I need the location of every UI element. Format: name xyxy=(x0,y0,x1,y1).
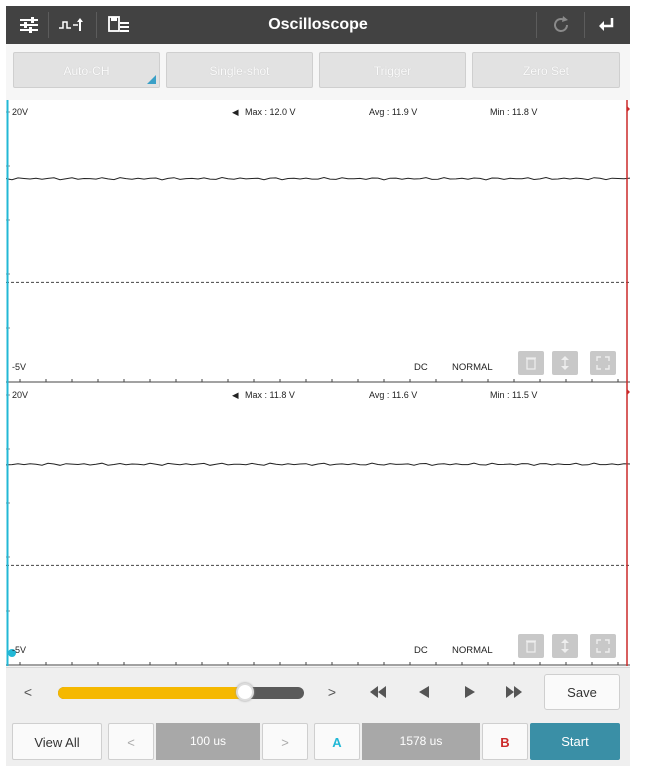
step-forward-icon[interactable] xyxy=(456,680,484,704)
time-scroll-slider[interactable] xyxy=(58,683,304,701)
scroll-left-button[interactable]: < xyxy=(16,680,40,704)
fast-rewind-icon[interactable] xyxy=(364,680,392,704)
channel-2-scale-top: 20V xyxy=(12,390,29,400)
auto-ch-label: Auto-CH xyxy=(63,64,110,78)
channel-2-trash-icon[interactable] xyxy=(518,634,544,658)
cursor-b-button[interactable]: B xyxy=(482,723,528,760)
waveform-trigger-icon[interactable] xyxy=(54,10,88,40)
settings-sliders-icon[interactable] xyxy=(12,10,46,40)
cursor-a-button[interactable]: A xyxy=(314,723,360,760)
channel-2-vertical-move-icon[interactable] xyxy=(552,634,578,658)
channel-1-graph xyxy=(6,100,630,383)
trigger-button[interactable]: Trigger xyxy=(319,52,466,88)
channel-1-avg: Avg : 11.9 V xyxy=(369,107,418,117)
timebase-decrease-button[interactable]: < xyxy=(108,723,154,760)
timebase-controls: View All < 100 us > A 1578 us B Start xyxy=(6,716,630,766)
signal-waveform xyxy=(6,176,630,181)
time-scroll-thumb[interactable] xyxy=(235,683,254,701)
back-return-icon[interactable] xyxy=(590,10,624,40)
channel-1-scale-bottom: -5V xyxy=(12,362,27,372)
single-shot-label: Single-shot xyxy=(209,64,270,78)
cursor-b-marker-icon xyxy=(627,389,630,395)
zero-set-button[interactable]: Zero Set xyxy=(472,52,620,88)
channel-2-max: Max : 11.8 V xyxy=(245,390,295,400)
channel-1-scale-top: 20V xyxy=(12,107,29,117)
channel-2-expand-icon[interactable] xyxy=(590,634,616,658)
trigger-label: Trigger xyxy=(373,64,412,78)
zero-set-label: Zero Set xyxy=(522,64,570,78)
channel-1-min: Min : 11.8 V xyxy=(490,107,538,117)
timebase-increase-button[interactable]: > xyxy=(262,723,308,760)
page-title: Oscilloscope xyxy=(268,16,368,33)
dropdown-corner-icon xyxy=(147,75,156,84)
channel-1-trash-icon[interactable] xyxy=(518,351,544,375)
channel-2-mode: NORMAL xyxy=(452,645,493,656)
channel-2-plot[interactable]: 20V ◀ Max : 11.8 V Avg : 11.6 V Min : 11… xyxy=(6,383,630,666)
time-scroll-fill xyxy=(58,687,245,699)
channel-2-scale-bottom: -5V xyxy=(12,645,27,655)
channel-1-coupling: DC xyxy=(414,362,428,373)
cursor-delta-value: 1578 us xyxy=(362,723,480,760)
step-back-icon[interactable] xyxy=(410,680,438,704)
single-shot-button[interactable]: Single-shot xyxy=(166,52,313,88)
oscilloscope-app: Oscilloscope Auto-CH Single-shot Trigger xyxy=(6,6,630,766)
channel-1-vertical-move-icon[interactable] xyxy=(552,351,578,375)
title-bar: Oscilloscope xyxy=(6,6,630,44)
view-all-button[interactable]: View All xyxy=(12,723,102,760)
channel-1-mode: NORMAL xyxy=(452,362,493,373)
function-buttons-row: Auto-CH Single-shot Trigger Zero Set xyxy=(6,44,630,100)
playback-controls: < > Save xyxy=(6,667,630,716)
channel-1-expand-icon[interactable] xyxy=(590,351,616,375)
start-button[interactable]: Start xyxy=(530,723,620,760)
channel-1-plot[interactable]: 20V ◀ Max : 12.0 V Avg : 11.9 V Min : 11… xyxy=(6,100,630,383)
channel-2-min: Min : 11.5 V xyxy=(490,390,538,400)
channel-1-max: Max : 12.0 V xyxy=(245,107,296,117)
channel-2-max-arrow-icon: ◀ xyxy=(232,390,239,400)
channel-2-avg: Avg : 11.6 V xyxy=(369,390,418,400)
timebase-value: 100 us xyxy=(156,723,260,760)
cursor-b-marker-icon xyxy=(627,106,630,112)
refresh-icon[interactable] xyxy=(544,10,578,40)
signal-waveform xyxy=(6,462,630,466)
save-list-icon[interactable] xyxy=(102,10,136,40)
scroll-right-button[interactable]: > xyxy=(320,680,344,704)
channel-2-coupling: DC xyxy=(414,645,428,656)
fast-forward-icon[interactable] xyxy=(500,680,528,704)
save-button[interactable]: Save xyxy=(544,674,620,710)
auto-ch-button[interactable]: Auto-CH xyxy=(13,52,160,88)
channel-1-max-arrow-icon: ◀ xyxy=(232,107,239,117)
channel-2-graph xyxy=(6,383,630,666)
